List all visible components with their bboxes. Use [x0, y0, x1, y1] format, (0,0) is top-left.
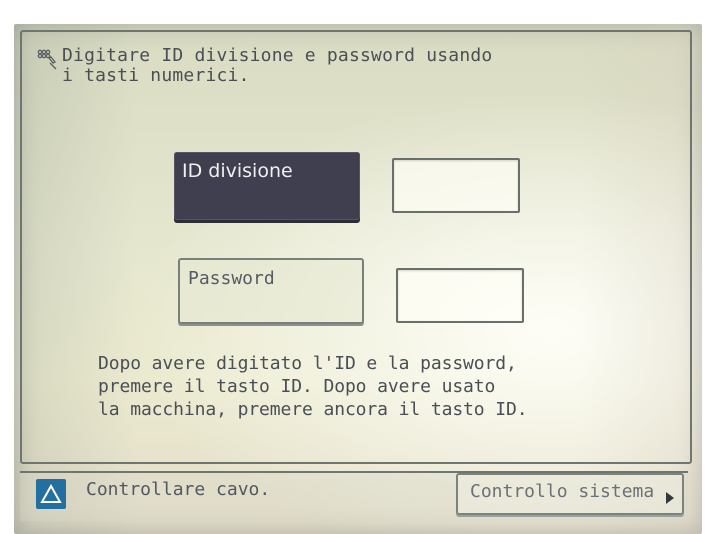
id-login-panel: Digitare ID divisione e password usando … [20, 30, 692, 464]
login-prompt: Digitare ID divisione e password usando … [36, 46, 522, 86]
system-check-button[interactable]: Controllo sistema [456, 473, 684, 515]
printer-touchscreen: Digitare ID divisione e password usando … [14, 24, 702, 534]
device-photo: Digitare ID divisione e password usando … [0, 0, 722, 534]
warning-triangle-icon [36, 479, 66, 509]
right-arrow-icon [666, 492, 674, 504]
password-input[interactable] [396, 268, 524, 323]
prompt-text: Digitare ID divisione e password usando … [62, 45, 493, 86]
division-id-button[interactable]: ID divisione [174, 152, 360, 220]
system-check-button-label: Controllo sistema [470, 481, 655, 502]
keypad-hand-icon [37, 49, 57, 70]
login-instructions: Dopo avere digitato l'ID e la password, … [98, 353, 528, 420]
warning-triangle-shape [40, 484, 62, 503]
status-message: Controllare cavo. [86, 479, 271, 500]
status-bar: Controllare cavo. Controllo sistema [20, 471, 688, 521]
password-button[interactable]: Password [178, 258, 364, 324]
division-id-input[interactable] [392, 158, 520, 213]
